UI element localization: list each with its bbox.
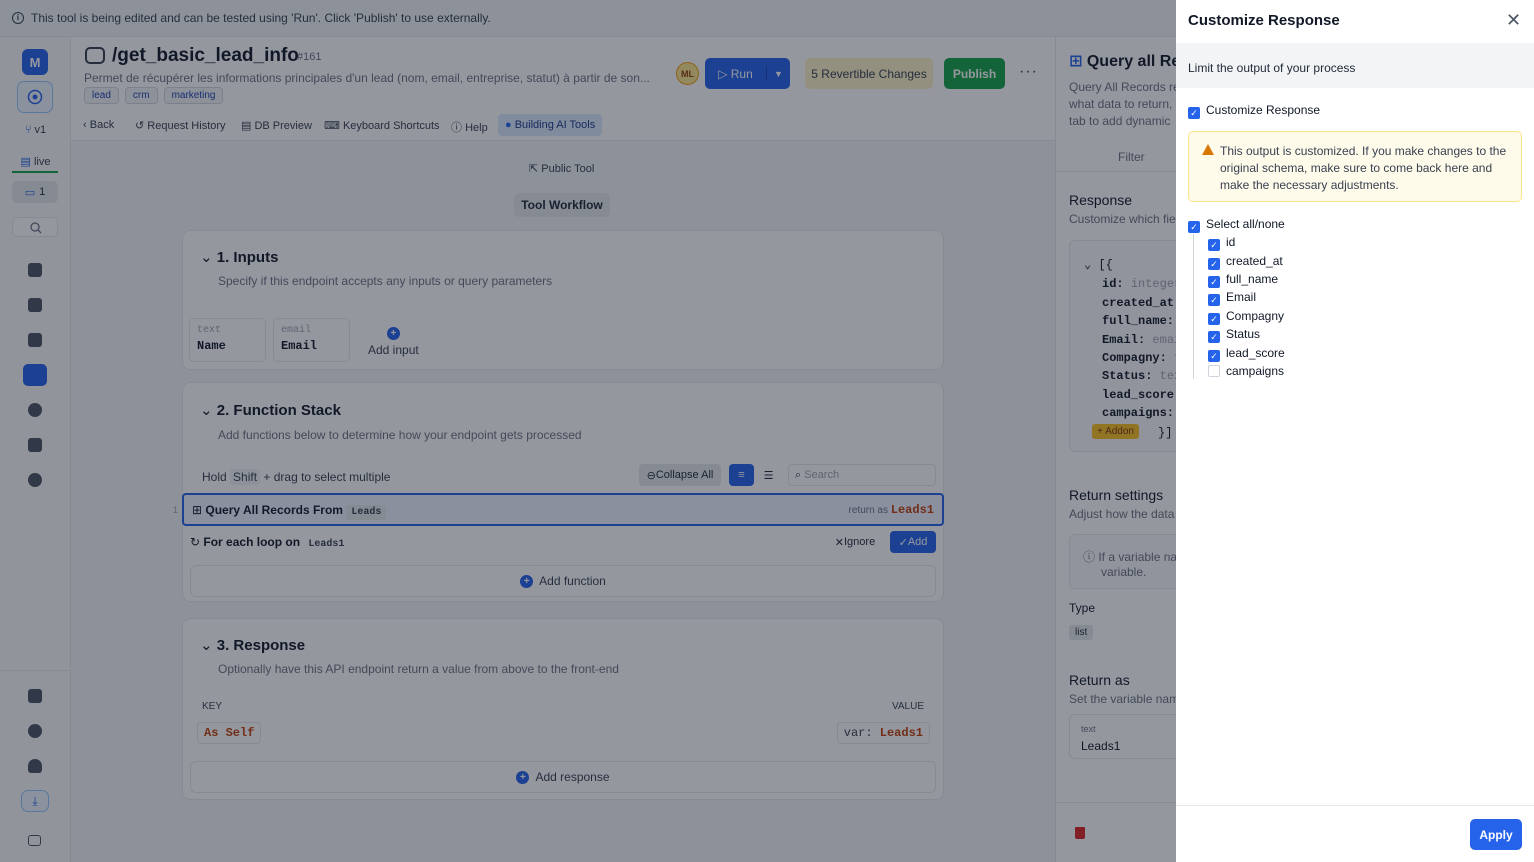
close-icon[interactable]: ✕ <box>1506 10 1521 31</box>
apply-button[interactable]: Apply <box>1470 819 1522 850</box>
field-label: lead_score <box>1226 346 1285 360</box>
checkbox-checked-icon: ✓ <box>1208 313 1220 325</box>
field-label: Status <box>1226 327 1261 341</box>
field-checkbox-full-name[interactable]: ✓ full_name <box>1208 272 1278 288</box>
customized-warning: This output is customized. If you make c… <box>1188 131 1522 202</box>
checkbox-checked-icon: ✓ <box>1208 239 1220 251</box>
drawer-footer-divider <box>1176 805 1534 806</box>
field-label: campaigns <box>1226 364 1285 378</box>
field-checkbox-created-at[interactable]: ✓ created_at <box>1208 254 1283 270</box>
field-label: created_at <box>1226 254 1283 268</box>
modal-backdrop[interactable] <box>0 0 1176 862</box>
customize-response-drawer: Customize Response ✕ Limit the output of… <box>1176 0 1534 862</box>
field-checkbox-status[interactable]: ✓ Status <box>1208 327 1260 343</box>
checkbox-checked-icon: ✓ <box>1188 221 1200 233</box>
field-label: Compagny <box>1226 309 1285 323</box>
field-checkbox-email[interactable]: ✓ Email <box>1208 290 1256 306</box>
field-checkbox-campaigns[interactable]: campaigns <box>1208 364 1284 378</box>
checkbox-checked-icon: ✓ <box>1208 294 1220 306</box>
drawer-subtitle: Limit the output of your process <box>1176 43 1534 88</box>
field-label: full_name <box>1226 272 1279 286</box>
customize-response-checkbox[interactable]: ✓ Customize Response <box>1188 103 1320 119</box>
field-checkbox-lead-score[interactable]: ✓ lead_score <box>1208 346 1285 362</box>
drawer-title: Customize Response <box>1188 12 1340 29</box>
field-label: id <box>1226 235 1236 249</box>
checkbox-checked-icon: ✓ <box>1208 350 1220 362</box>
field-checkbox-id[interactable]: ✓ id <box>1208 235 1235 251</box>
checkbox-checked-icon: ✓ <box>1188 107 1200 119</box>
checkbox-unchecked-icon <box>1208 365 1220 377</box>
warning-icon <box>1202 144 1214 155</box>
customize-label: Customize Response <box>1206 103 1321 117</box>
checkbox-checked-icon: ✓ <box>1208 258 1220 270</box>
select-all-checkbox[interactable]: ✓ Select all/none <box>1188 217 1285 233</box>
warning-text: This output is customized. If you make c… <box>1220 144 1507 192</box>
field-checkbox-compagny[interactable]: ✓ Compagny <box>1208 309 1284 325</box>
tree-connector-line <box>1193 234 1194 379</box>
checkbox-checked-icon: ✓ <box>1208 331 1220 343</box>
select-all-label: Select all/none <box>1206 217 1285 231</box>
checkbox-checked-icon: ✓ <box>1208 276 1220 288</box>
field-label: Email <box>1226 290 1257 304</box>
